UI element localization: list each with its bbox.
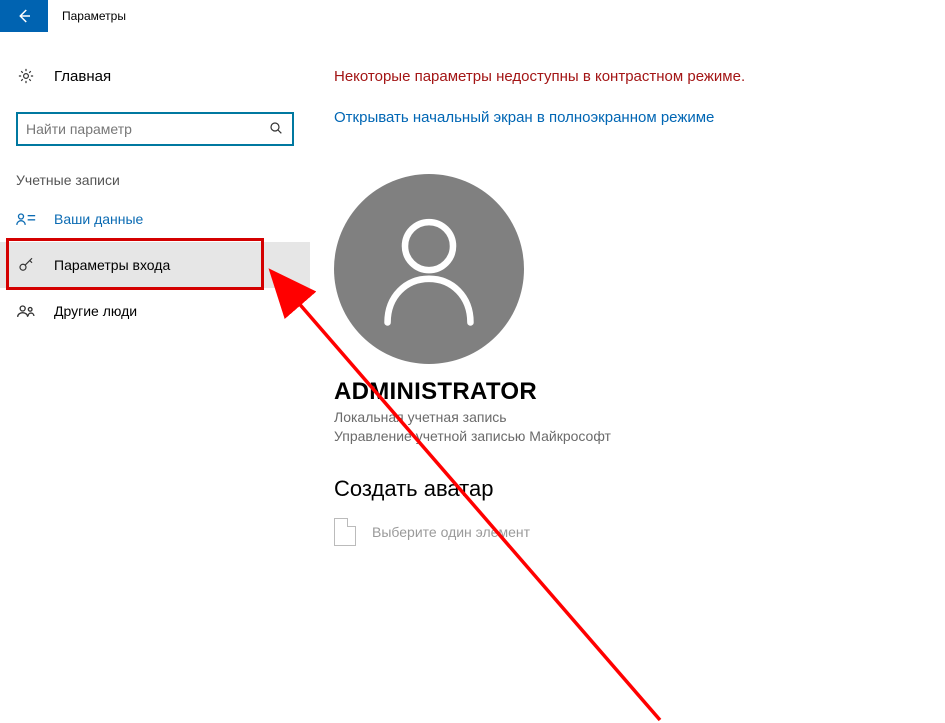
back-button[interactable] bbox=[0, 0, 48, 32]
sidebar: Главная Учетные записи Ваши да bbox=[0, 32, 310, 723]
warning-text: Некоторые параметры недоступны в контрас… bbox=[334, 68, 925, 85]
key-icon bbox=[16, 256, 36, 274]
sidebar-home-label: Главная bbox=[54, 68, 111, 85]
arrow-left-icon bbox=[15, 7, 33, 25]
search-icon bbox=[268, 120, 284, 139]
person-card-icon bbox=[16, 211, 36, 227]
sidebar-item-label: Другие люди bbox=[54, 303, 137, 319]
sidebar-item-other-users[interactable]: Другие люди bbox=[0, 288, 310, 334]
avatar-pick-row[interactable]: Выберите один элемент bbox=[334, 518, 925, 546]
sidebar-item-signin-options[interactable]: Параметры входа bbox=[0, 242, 310, 288]
create-avatar-heading: Создать аватар bbox=[334, 476, 925, 502]
search-input[interactable] bbox=[26, 121, 268, 137]
person-icon bbox=[374, 209, 484, 329]
pick-placeholder-text: Выберите один элемент bbox=[372, 524, 530, 540]
manage-account-link[interactable]: Управление учетной записью Майкрософт bbox=[334, 427, 925, 446]
search-box[interactable] bbox=[16, 112, 294, 146]
sidebar-item-label: Параметры входа bbox=[54, 257, 170, 273]
sidebar-section-label: Учетные записи bbox=[0, 146, 310, 196]
gear-icon bbox=[16, 67, 36, 85]
title-bar: Параметры bbox=[0, 0, 945, 32]
sidebar-item-your-info[interactable]: Ваши данные bbox=[0, 196, 310, 242]
main-content: Некоторые параметры недоступны в контрас… bbox=[310, 32, 945, 723]
window-title: Параметры bbox=[48, 9, 126, 23]
fullscreen-link[interactable]: Открывать начальный экран в полноэкранно… bbox=[334, 109, 925, 126]
avatar bbox=[334, 174, 524, 364]
account-type: Локальная учетная запись bbox=[334, 408, 925, 427]
user-name: ADMINISTRATOR bbox=[334, 378, 925, 406]
file-placeholder-icon bbox=[334, 518, 356, 546]
sidebar-item-label: Ваши данные bbox=[54, 211, 143, 227]
people-icon bbox=[16, 303, 36, 319]
sidebar-home[interactable]: Главная bbox=[0, 56, 310, 96]
